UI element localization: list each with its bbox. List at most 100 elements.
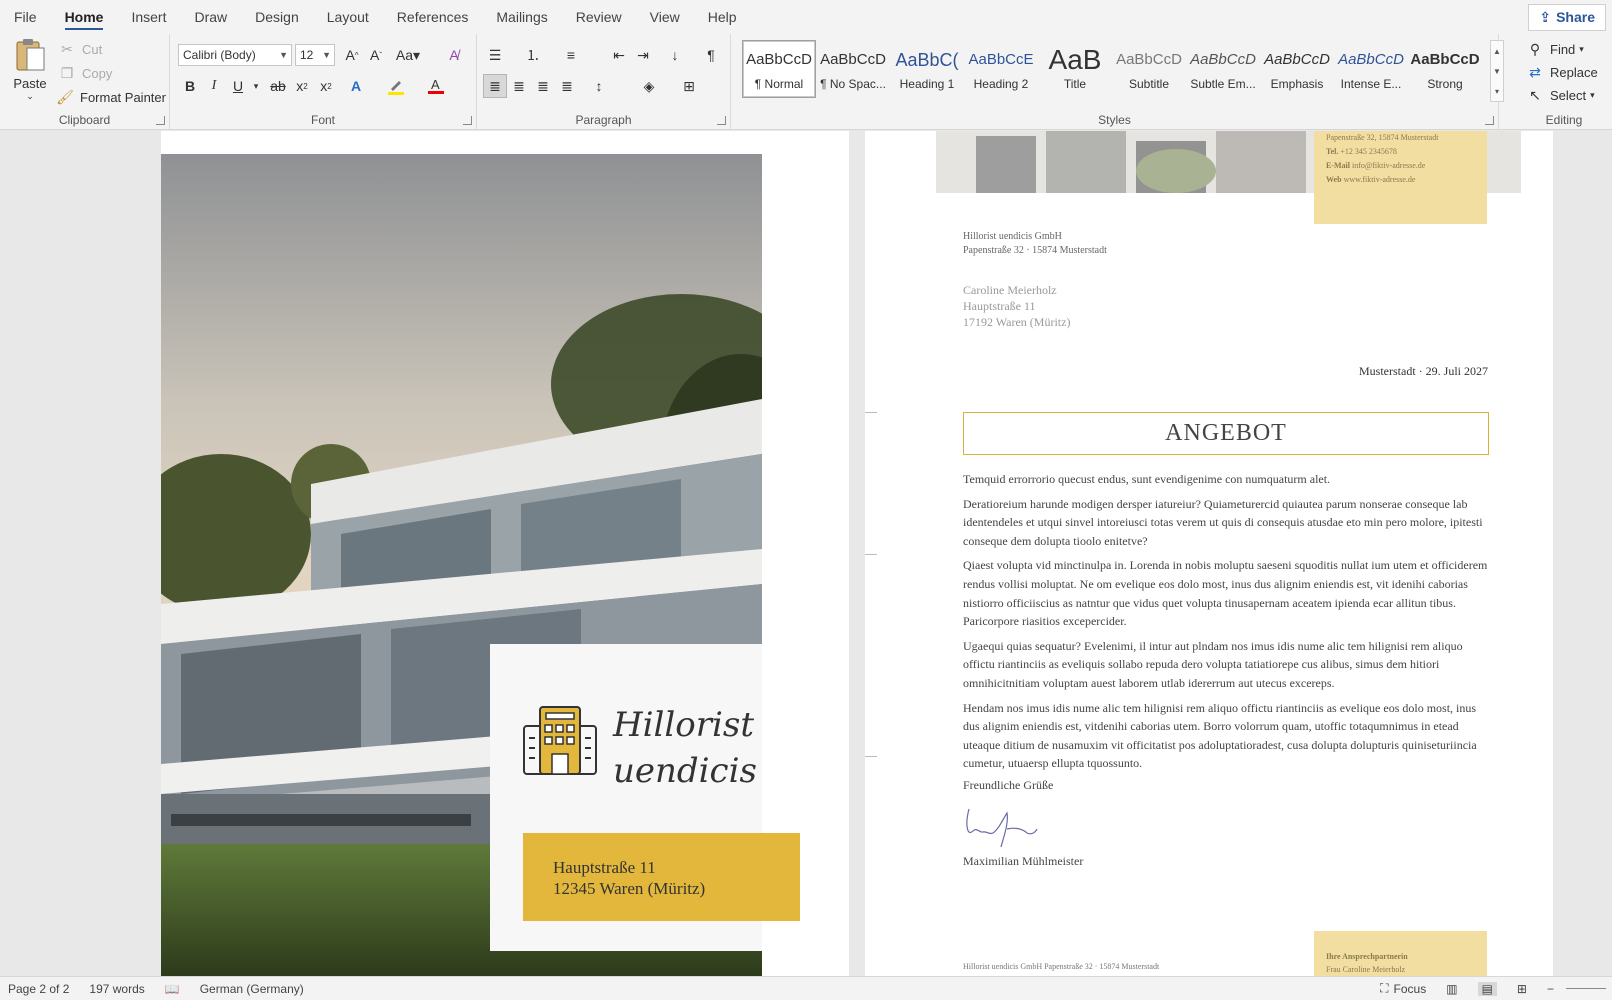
tab-draw[interactable]: Draw: [180, 0, 241, 34]
chevron-up-icon[interactable]: ▲: [1493, 47, 1501, 56]
cursor-icon: ↖: [1529, 86, 1541, 103]
style-preview: AaBbCcD: [1338, 51, 1404, 68]
style-emphasis[interactable]: AaBbCcD Emphasis: [1260, 40, 1334, 98]
recipient-address[interactable]: Caroline Meierholz Hauptstraße 11 17192 …: [963, 282, 1070, 330]
sender-address: Hillorist uendicis GmbH Papenstraße 32 ·…: [963, 230, 1107, 258]
recipient-name: Caroline Meierholz: [963, 283, 1057, 297]
style-preview: AaBbCcE: [968, 51, 1034, 68]
style-strong[interactable]: AaBbCcD Strong: [1408, 40, 1482, 98]
tab-insert[interactable]: Insert: [117, 0, 180, 34]
tab-references[interactable]: References: [383, 0, 483, 34]
tab-review[interactable]: Review: [562, 0, 636, 34]
highlighter-icon[interactable]: [384, 74, 408, 98]
chevron-down-icon[interactable]: ▾: [244, 74, 268, 98]
tab-layout[interactable]: Layout: [313, 0, 383, 34]
style-subtle-emphasis[interactable]: AaBbCcD Subtle Em...: [1186, 40, 1260, 98]
font-name-combo[interactable]: Calibri (Body) ▼: [178, 44, 292, 66]
numbering-icon[interactable]: ⒈: [521, 43, 545, 67]
paste-button[interactable]: Paste ⌄: [10, 38, 50, 104]
style-intense-emphasis[interactable]: AaBbCcD Intense E...: [1334, 40, 1408, 98]
style-no-spacing[interactable]: AaBbCcD ¶ No Spac...: [816, 40, 890, 98]
tab-help[interactable]: Help: [694, 0, 751, 34]
print-layout-icon[interactable]: ▤: [1477, 981, 1497, 996]
tab-home[interactable]: Home: [51, 0, 118, 34]
shading-icon[interactable]: ◈: [637, 74, 661, 98]
font-size-combo[interactable]: 12 ▼: [295, 44, 335, 66]
tab-mailings[interactable]: Mailings: [482, 0, 561, 34]
find-button[interactable]: ⚲ Find ▾: [1524, 38, 1584, 60]
change-case-icon[interactable]: Aa▾: [392, 43, 424, 67]
proofing-icon[interactable]: 📖: [165, 982, 180, 996]
cut-button[interactable]: ✂ Cut: [56, 38, 102, 60]
justify-icon[interactable]: ≣: [555, 74, 579, 98]
bold-icon[interactable]: B: [178, 74, 202, 98]
more-styles-icon[interactable]: ▾: [1495, 87, 1499, 96]
format-painter-button[interactable]: 🖌 Format Painter: [54, 86, 166, 108]
font-size-value: 12: [300, 48, 314, 62]
web-layout-icon[interactable]: ⊞: [1517, 982, 1527, 996]
chevron-down-icon: ▾: [1579, 43, 1584, 54]
word-count[interactable]: 197 words: [89, 982, 144, 996]
styles-gallery-scroll[interactable]: ▲ ▼ ▾: [1490, 40, 1504, 102]
copy-button[interactable]: ❐ Copy: [56, 62, 113, 84]
italic-icon[interactable]: I: [202, 74, 226, 98]
chevron-down-icon[interactable]: ▼: [1493, 67, 1501, 76]
increase-indent-icon[interactable]: ⇥: [631, 43, 655, 67]
style-normal[interactable]: AaBbCcD ¶ Normal: [742, 40, 816, 98]
contact-tel: Tel. +12 345 2345678: [1326, 145, 1475, 159]
signer-name: Maximilian Mühlmeister: [963, 854, 1084, 868]
language-indicator[interactable]: German (Germany): [200, 982, 304, 996]
borders-icon[interactable]: ⊞: [677, 74, 701, 98]
paragraph-launcher-icon[interactable]: [717, 116, 726, 125]
clipboard-group: Paste ⌄ ✂ Cut ❐ Copy 🖌 Format Painter Cl…: [0, 34, 170, 130]
page-cover[interactable]: Hillorist uendicis Hauptstraße 11 12345 …: [161, 131, 849, 976]
clipboard-launcher-icon[interactable]: [156, 116, 165, 125]
font-color-icon[interactable]: A: [424, 74, 448, 98]
style-name: ¶ Normal: [754, 77, 804, 91]
zoom-slider[interactable]: [1566, 988, 1606, 989]
text-effects-icon[interactable]: A: [344, 74, 368, 98]
grow-font-icon[interactable]: A ^: [340, 43, 364, 67]
line-spacing-icon[interactable]: ↕: [587, 74, 611, 98]
page-letter[interactable]: Papenstraße 32, 15874 Musterstadt Tel. +…: [865, 131, 1553, 976]
replace-button[interactable]: ⇄ Replace: [1524, 61, 1598, 83]
style-heading-2[interactable]: AaBbCcE Heading 2: [964, 40, 1038, 98]
bullets-icon[interactable]: ☰: [483, 43, 507, 67]
decrease-indent-icon[interactable]: ⇤: [607, 43, 631, 67]
style-subtitle[interactable]: AaBbCcD Subtitle: [1112, 40, 1186, 98]
style-preview: AaBbCcD: [1116, 51, 1182, 68]
superscript-icon[interactable]: x2: [314, 74, 338, 98]
tab-view[interactable]: View: [636, 0, 694, 34]
share-button[interactable]: ⇪ Share: [1528, 4, 1606, 31]
clear-formatting-icon[interactable]: A̸: [442, 43, 466, 67]
subscript-icon[interactable]: x2: [290, 74, 314, 98]
read-mode-icon[interactable]: ▥: [1446, 982, 1457, 996]
align-center-icon[interactable]: ≣: [507, 74, 531, 98]
tab-design[interactable]: Design: [241, 0, 313, 34]
tab-file[interactable]: File: [0, 0, 51, 34]
show-paragraph-marks-icon[interactable]: ¶: [699, 43, 723, 67]
sort-icon[interactable]: ↓: [663, 43, 687, 67]
replace-label: Replace: [1550, 64, 1598, 80]
font-launcher-icon[interactable]: [463, 116, 472, 125]
style-heading-1[interactable]: AaBbC( Heading 1: [890, 40, 964, 98]
align-left-icon[interactable]: ≣: [483, 74, 507, 98]
paste-dropdown-icon[interactable]: ⌄: [26, 91, 34, 102]
style-name: Subtitle: [1128, 77, 1170, 91]
select-button[interactable]: ↖ Select ▾: [1524, 84, 1595, 106]
align-right-icon[interactable]: ≣: [531, 74, 555, 98]
page-count[interactable]: Page 2 of 2: [8, 982, 69, 996]
shrink-font-icon[interactable]: Aˇ: [364, 43, 388, 67]
document-area[interactable]: Hillorist uendicis Hauptstraße 11 12345 …: [0, 131, 1612, 976]
contact-box: Papenstraße 32, 15874 Musterstadt Tel. +…: [1314, 131, 1487, 224]
zoom-out-icon[interactable]: −: [1547, 982, 1554, 996]
copy-icon: ❐: [60, 64, 74, 81]
styles-launcher-icon[interactable]: [1485, 116, 1494, 125]
strikethrough-icon[interactable]: ab: [266, 74, 290, 98]
web-value: www.fiktiv-adresse.de: [1343, 175, 1416, 184]
focus-button[interactable]: ⛶ Focus: [1380, 981, 1426, 996]
focus-icon: ⛶: [1380, 981, 1389, 995]
multilevel-list-icon[interactable]: ≡: [559, 43, 583, 67]
style-title[interactable]: AaB Title: [1038, 40, 1112, 98]
contact-web: Web www.fiktiv-adresse.de: [1326, 173, 1475, 187]
